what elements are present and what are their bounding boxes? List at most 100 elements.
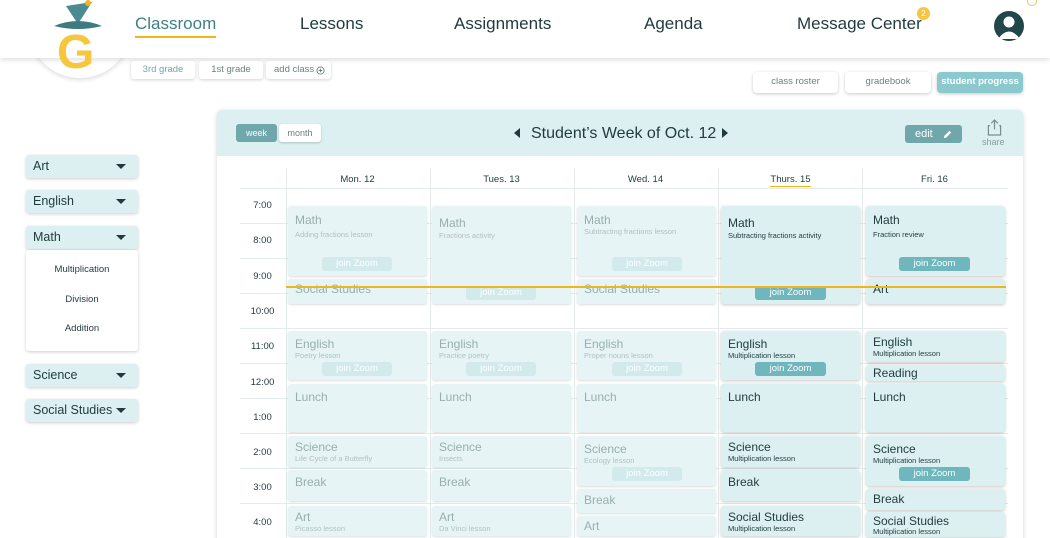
event-tue-lunch[interactable]: Lunch [432, 384, 571, 432]
submenu-item-division[interactable]: Division [26, 294, 138, 305]
event-thu-break[interactable]: Break [721, 470, 860, 501]
event-fri-science[interactable]: Science Multiplication lesson join Zoom [866, 436, 1005, 486]
event-wed-lunch[interactable]: Lunch [577, 384, 716, 432]
nav-assignments[interactable]: Assignments [454, 14, 551, 34]
event-mon-math[interactable]: Math Adding fractions lesson join Zoom [288, 206, 427, 276]
event-fri-english[interactable]: English Multiplication lesson [866, 331, 1005, 362]
event-subtitle: Fractions activity [439, 231, 495, 240]
event-title: Social Studies [873, 514, 950, 528]
join-zoom-button[interactable]: join Zoom [322, 362, 392, 376]
event-fri-art[interactable]: Art [866, 279, 1005, 304]
event-title: Social Studies [584, 282, 661, 296]
svg-text:G: G [57, 26, 94, 72]
event-title: English [584, 337, 624, 351]
event-tue-english[interactable]: English Practice poetry join Zoom [432, 331, 571, 380]
event-fri-lunch[interactable]: Lunch [866, 384, 1005, 432]
event-tue-math[interactable]: Math Fractions activity join Zoom [432, 206, 571, 304]
tab-student-progress[interactable]: student progress [937, 72, 1023, 93]
event-wed-science[interactable]: Science Ecology lesson join Zoom [577, 436, 716, 486]
event-thu-social-studies[interactable]: Social Studies Multiplication lesson [721, 506, 860, 536]
event-title: Art [584, 519, 600, 533]
next-week-icon[interactable] [722, 128, 728, 138]
event-title: Break [295, 475, 327, 489]
sidebar-item-english[interactable]: English [26, 190, 138, 213]
event-title: Math [873, 213, 900, 227]
nav-message-center[interactable]: Message Center [797, 14, 922, 34]
submenu-item-multiplication[interactable]: Multiplication [26, 264, 138, 275]
time-label: 10:00 [250, 306, 275, 317]
join-zoom-button[interactable]: join Zoom [466, 286, 536, 300]
event-wed-art[interactable]: Art [577, 516, 716, 536]
event-title: Science [728, 440, 771, 454]
join-zoom-button[interactable]: join Zoom [899, 467, 970, 481]
event-fri-social-studies[interactable]: Social Studies Multiplication lesson [866, 512, 1005, 537]
view-month-button[interactable]: month [279, 124, 321, 142]
sidebar-item-math[interactable]: Math [26, 226, 138, 249]
time-label: 9:00 [253, 271, 272, 282]
join-zoom-button[interactable]: join Zoom [755, 286, 826, 300]
event-thu-lunch[interactable]: Lunch [721, 384, 860, 432]
user-avatar-icon[interactable] [994, 11, 1024, 41]
event-title: Math [295, 213, 322, 227]
edit-button[interactable]: edit [905, 125, 962, 143]
event-tue-break[interactable]: Break [432, 470, 571, 501]
event-fri-reading[interactable]: Reading [866, 365, 1005, 381]
event-tue-science[interactable]: Science Insects [432, 436, 571, 467]
event-subtitle: Multiplication lesson [873, 456, 941, 465]
add-class-button[interactable]: add class [266, 61, 331, 79]
sidebar-item-art[interactable]: Art [26, 155, 138, 178]
chevron-down-icon [116, 373, 126, 378]
sidebar-item-science[interactable]: Science [26, 364, 138, 387]
event-subtitle: Fraction review [873, 230, 924, 239]
event-fri-break[interactable]: Break [866, 489, 1005, 510]
join-zoom-button[interactable]: join Zoom [899, 257, 970, 271]
event-thu-science[interactable]: Science Multiplication lesson [721, 436, 860, 467]
event-title: Math [728, 216, 755, 230]
join-zoom-button[interactable]: join Zoom [322, 257, 392, 271]
event-fri-math[interactable]: Math Fraction review join Zoom [866, 206, 1005, 276]
event-title: Lunch [584, 390, 617, 404]
pencil-icon [943, 130, 952, 139]
time-label: 11:00 [250, 341, 275, 352]
join-zoom-button[interactable]: join Zoom [612, 362, 682, 376]
event-mon-art[interactable]: Art Picasso lesson [288, 506, 427, 536]
event-title: English [295, 337, 335, 351]
class-tab-3rd-grade[interactable]: 3rd grade [131, 61, 195, 79]
event-thu-english[interactable]: English Multiplication lesson join Zoom [721, 331, 860, 380]
event-mon-break[interactable]: Break [288, 470, 427, 501]
event-title: Lunch [439, 390, 472, 404]
event-wed-social-studies[interactable]: Social Studies [577, 279, 716, 304]
event-mon-lunch[interactable]: Lunch [288, 384, 427, 432]
sidebar-item-social-studies[interactable]: Social Studies [26, 399, 138, 422]
sidebar-item-label: Science [33, 368, 78, 382]
event-wed-math[interactable]: Math Subtracting fractions lesson join Z… [577, 206, 716, 276]
event-mon-english[interactable]: English Poetry lesson join Zoom [288, 331, 427, 380]
join-zoom-button[interactable]: join Zoom [612, 257, 682, 271]
previous-week-icon[interactable] [514, 128, 520, 138]
nav-lessons[interactable]: Lessons [300, 14, 363, 34]
class-tab-1st-grade[interactable]: 1st grade [199, 61, 263, 79]
day-header-tue: Tues. 13 [483, 174, 520, 185]
wizard-hat-logo-icon[interactable]: G [44, 0, 108, 72]
event-wed-break[interactable]: Break [577, 489, 716, 513]
time-label: 4:00 [253, 517, 272, 528]
join-zoom-button[interactable]: join Zoom [612, 467, 682, 481]
join-zoom-button[interactable]: join Zoom [755, 362, 826, 376]
event-thu-math[interactable]: Math Subtracting fractions activity join… [721, 206, 860, 304]
event-tue-art[interactable]: Art Da Vinci lesson [432, 506, 571, 536]
nav-agenda[interactable]: Agenda [644, 14, 703, 34]
event-subtitle: Proper nouns lesson [584, 351, 653, 360]
event-title: Art [439, 510, 455, 524]
view-week-button[interactable]: week [236, 124, 277, 142]
event-wed-english[interactable]: English Proper nouns lesson join Zoom [577, 331, 716, 380]
share-icon[interactable] [987, 119, 1002, 136]
event-mon-science[interactable]: Science Life Cycle of a Butterfly [288, 436, 427, 467]
tab-gradebook[interactable]: gradebook [845, 72, 931, 93]
event-mon-social-studies[interactable]: Social Studies [288, 279, 427, 304]
math-submenu: Multiplication Division Addition [26, 250, 138, 351]
nav-classroom[interactable]: Classroom [135, 14, 217, 38]
submenu-item-addition[interactable]: Addition [26, 323, 138, 334]
event-subtitle: Multiplication lesson [728, 454, 796, 463]
tab-class-roster[interactable]: class roster [753, 72, 838, 93]
join-zoom-button[interactable]: join Zoom [466, 362, 536, 376]
